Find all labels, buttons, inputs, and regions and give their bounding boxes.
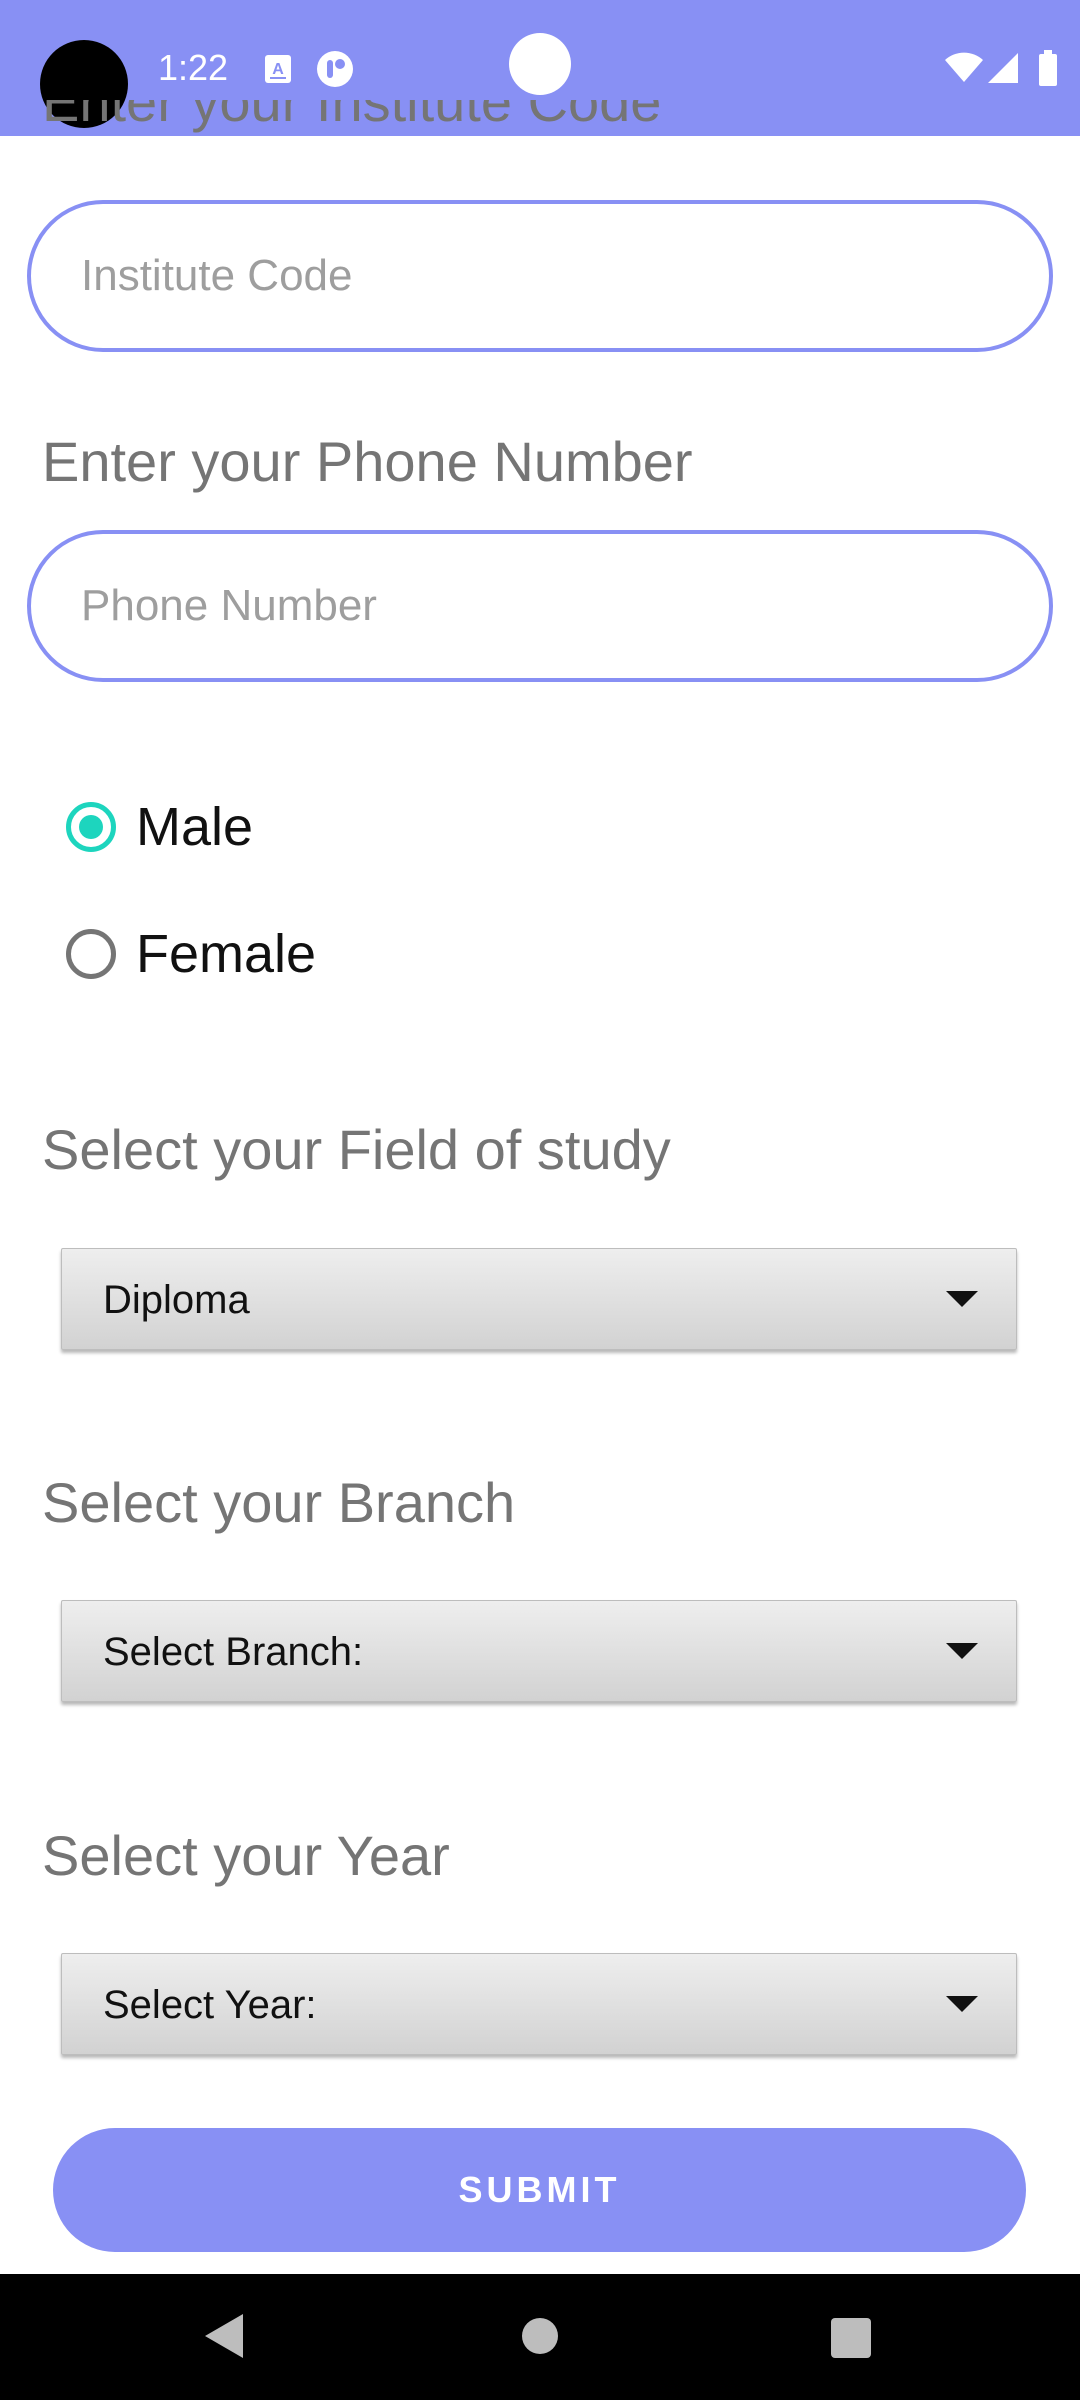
- radio-male[interactable]: Male: [66, 792, 253, 862]
- institute-code-label: Enter your Institute Code: [42, 100, 662, 133]
- field-of-study-label: Select your Field of study: [42, 1118, 671, 1181]
- radio-unselected-icon: [66, 929, 116, 979]
- branch-label: Select your Branch: [42, 1471, 516, 1534]
- branch-value: Select Branch:: [103, 1630, 364, 1674]
- year-value: Select Year:: [103, 1983, 317, 2027]
- phone-number-input[interactable]: [27, 530, 1053, 682]
- back-icon[interactable]: [205, 2314, 243, 2358]
- center-dot: [509, 33, 571, 95]
- dropdown-arrow-icon: [946, 1996, 978, 2012]
- phone-number-label: Enter your Phone Number: [42, 430, 693, 493]
- battery-icon: [1039, 50, 1057, 86]
- field-of-study-spinner[interactable]: Diploma: [61, 1248, 1017, 1350]
- year-label: Select your Year: [42, 1824, 450, 1887]
- navigation-bar: [0, 2274, 1080, 2400]
- branch-spinner[interactable]: Select Branch:: [61, 1600, 1017, 1702]
- status-time: 1:22: [158, 47, 229, 88]
- radio-male-label: Male: [136, 797, 254, 857]
- institute-code-input[interactable]: [27, 200, 1053, 352]
- app-notification-icon: [317, 51, 353, 87]
- field-of-study-value: Diploma: [103, 1278, 250, 1322]
- signal-icon: [988, 53, 1018, 83]
- home-icon[interactable]: [522, 2318, 558, 2354]
- radio-selected-icon: [66, 802, 116, 852]
- dropdown-arrow-icon: [946, 1643, 978, 1659]
- year-spinner[interactable]: Select Year:: [61, 1953, 1017, 2055]
- radio-female-label: Female: [136, 924, 317, 984]
- radio-female[interactable]: Female: [66, 919, 316, 989]
- svg-text:A: A: [272, 61, 284, 78]
- dropdown-arrow-icon: [946, 1291, 978, 1307]
- recents-icon[interactable]: [831, 2318, 871, 2358]
- font-notification-icon: A: [265, 55, 291, 83]
- submit-button[interactable]: SUBMIT: [53, 2128, 1026, 2252]
- wifi-icon: [945, 52, 983, 82]
